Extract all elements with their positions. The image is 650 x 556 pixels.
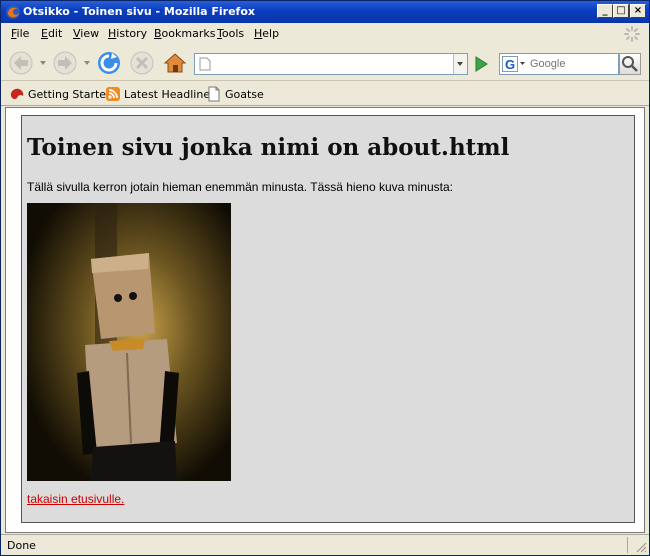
- title-bar[interactable]: Otsikko - Toinen sivu - Mozilla Firefox …: [1, 1, 649, 23]
- bookmark-label: Latest Headlines: [124, 87, 216, 101]
- back-icon[interactable]: [7, 49, 35, 77]
- menu-bookmarks-key: B: [154, 27, 162, 40]
- google-engine-icon[interactable]: G: [502, 56, 526, 72]
- page-container: Toinen sivu jonka nimi on about.html Täl…: [21, 115, 635, 523]
- rss-icon: [106, 87, 120, 101]
- forward-dropdown-icon[interactable]: [83, 59, 91, 67]
- menu-bookmarks-rest: ookmarks: [161, 27, 216, 40]
- firefox-bookmark-icon: [10, 88, 24, 100]
- back-dropdown-icon[interactable]: [39, 59, 47, 67]
- menu-view[interactable]: View: [73, 27, 99, 40]
- url-input[interactable]: [215, 56, 445, 72]
- bookmark-label: Goatse: [225, 87, 264, 101]
- menu-help-rest: elp: [262, 27, 280, 40]
- page-paragraph: Tällä sivulla kerron jotain hieman enemm…: [27, 180, 453, 194]
- menu-edit-key: E: [41, 27, 48, 40]
- search-icon: [622, 56, 638, 72]
- menu-edit[interactable]: Edit: [41, 27, 62, 40]
- bookmark-label: Getting Started: [28, 87, 114, 101]
- close-button[interactable]: ×: [630, 4, 646, 18]
- maximize-button[interactable]: □: [613, 4, 629, 18]
- search-button[interactable]: [619, 53, 641, 75]
- navigation-toolbar: G: [1, 45, 649, 81]
- bookmarks-toolbar: Getting Started Latest Headlines Goatse: [1, 82, 649, 106]
- menu-history[interactable]: History: [108, 27, 147, 40]
- search-bar: G: [499, 53, 619, 75]
- search-input[interactable]: [530, 56, 616, 72]
- back-to-home-link[interactable]: takaisin etusivulle.: [27, 492, 124, 506]
- menu-help[interactable]: Help: [254, 27, 279, 40]
- bookmark-goatse[interactable]: Goatse: [206, 86, 264, 102]
- forward-icon[interactable]: [51, 49, 79, 77]
- menu-edit-rest: dit: [47, 27, 63, 40]
- menu-tools-rest: ools: [221, 27, 245, 40]
- menu-view-rest: iew: [80, 27, 100, 40]
- url-bar: [194, 53, 468, 75]
- chevron-down-icon: [457, 62, 463, 66]
- reload-icon[interactable]: [95, 49, 123, 77]
- svg-text:G: G: [505, 57, 515, 72]
- url-history-dropdown[interactable]: [453, 54, 467, 74]
- browser-window: Otsikko - Toinen sivu - Mozilla Firefox …: [0, 0, 650, 556]
- page-icon: [199, 57, 211, 71]
- minimize-button[interactable]: _: [597, 4, 613, 18]
- resize-grip-icon[interactable]: [635, 541, 647, 553]
- menu-file[interactable]: File: [11, 27, 29, 40]
- home-icon[interactable]: [161, 49, 189, 77]
- menu-file-rest: ile: [16, 27, 30, 40]
- menu-history-rest: istory: [116, 27, 148, 40]
- page-icon: [208, 86, 220, 102]
- menu-tools[interactable]: Tools: [217, 27, 244, 40]
- content-area: Toinen sivu jonka nimi on about.html Täl…: [5, 107, 645, 533]
- window-title: Otsikko - Toinen sivu - Mozilla Firefox: [23, 5, 255, 18]
- menu-bar: File Edit View History Bookmarks Tools H…: [1, 23, 649, 45]
- firefox-icon: [6, 5, 20, 19]
- status-separator: [627, 537, 628, 553]
- bookmark-latest-headlines[interactable]: Latest Headlines: [105, 86, 216, 102]
- go-icon[interactable]: [471, 54, 491, 74]
- bag-head-person-image: [27, 203, 231, 481]
- status-bar: Done: [1, 534, 649, 555]
- menu-bookmarks[interactable]: Bookmarks: [154, 27, 215, 40]
- profile-photo: [27, 203, 231, 481]
- stop-icon[interactable]: [128, 49, 156, 77]
- throbber-icon: [624, 26, 640, 42]
- bookmark-getting-started[interactable]: Getting Started: [9, 86, 113, 102]
- status-text: Done: [7, 539, 36, 552]
- page-heading: Toinen sivu jonka nimi on about.html: [27, 134, 510, 161]
